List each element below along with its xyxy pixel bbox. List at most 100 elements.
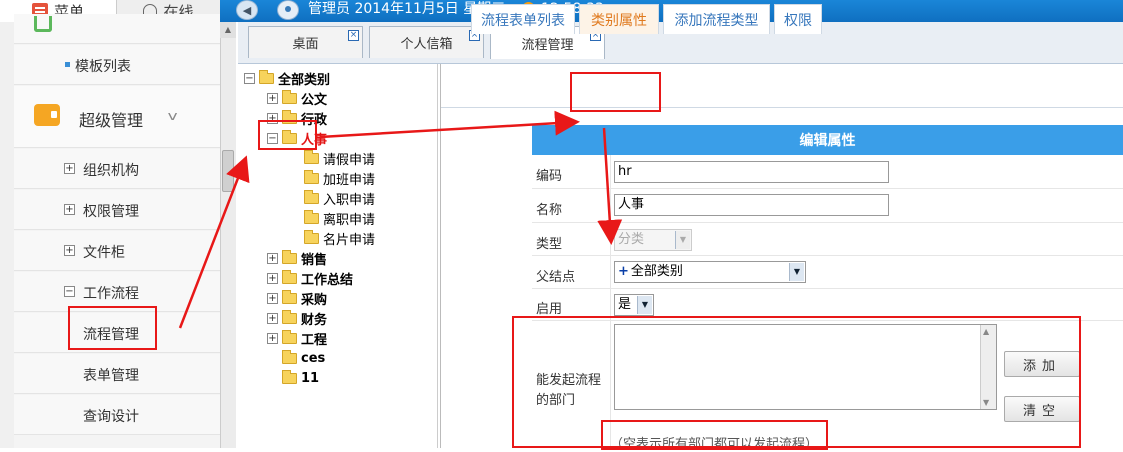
expand-icon[interactable]: + (267, 332, 278, 344)
dropdown-arrow-icon: ▼ (675, 231, 690, 249)
row-separator (610, 155, 611, 188)
tab-label: 流程管理 (521, 37, 574, 53)
workflow-label: 工作流程 (83, 286, 139, 302)
dropdown-arrow-icon: ▼ (789, 263, 804, 281)
annotation-box-renshi (258, 120, 317, 150)
subtab-category-attributes[interactable]: 类别属性 (579, 4, 659, 34)
row-separator (610, 189, 611, 222)
tree-node-11[interactable]: 11 (282, 369, 319, 387)
code-label: 编码 (536, 169, 563, 184)
close-icon[interactable]: × (348, 30, 359, 41)
menu-item-partial[interactable] (14, 14, 220, 44)
tree-node-leave[interactable]: 请假申请 (304, 149, 375, 168)
tree-node-worksummary[interactable]: + 工作总结 (267, 269, 354, 288)
tree-node-card[interactable]: 名片申请 (304, 229, 376, 248)
tree-label: 销售 (301, 252, 328, 268)
folder-icon (282, 289, 297, 304)
expand-icon[interactable]: + (267, 272, 278, 284)
subtab-add-process-type[interactable]: 添加流程类型 (663, 4, 770, 34)
folder-icon (259, 69, 274, 84)
enable-select[interactable]: 是 ▼ (614, 294, 654, 316)
expand-icon: + (64, 163, 75, 174)
edit-attributes-header: 编辑属性 (532, 125, 1123, 155)
collapse-icon[interactable]: − (244, 72, 255, 84)
folder-icon (282, 329, 297, 344)
tree-node-purchase[interactable]: + 采购 (267, 289, 328, 308)
row-separator (610, 223, 611, 255)
type-value: 分类 (618, 232, 645, 247)
type-label: 类型 (536, 237, 563, 252)
tab-inbox[interactable]: 个人信箱 × (369, 26, 484, 58)
tree-label: 工作总结 (301, 272, 354, 288)
tree-label: 入职申请 (323, 192, 376, 208)
folder-icon (282, 269, 297, 284)
super-admin-label: 超级管理 (79, 111, 144, 130)
form-mgmt-label: 表单管理 (83, 368, 139, 384)
expand-icon: + (64, 245, 75, 256)
bullet-icon (65, 62, 70, 67)
menu-item-file-cabinet[interactable]: + 文件柜 (14, 231, 220, 271)
subtab-label: 流程表单列表 (481, 12, 565, 29)
row-separator (610, 256, 611, 288)
annotation-box-hint (601, 420, 828, 450)
subtab-label: 类别属性 (591, 12, 647, 29)
tree-label: 工程 (301, 332, 328, 348)
tree-label: 加班申请 (323, 172, 376, 188)
folder-icon (282, 309, 297, 324)
tree-node-overtime[interactable]: 加班申请 (304, 169, 376, 188)
tab-label: 桌面 (292, 37, 319, 52)
enable-value: 是 (618, 297, 632, 312)
parent-value: 全部类别 (630, 264, 683, 279)
folder-icon (304, 169, 319, 184)
left-scrollbar[interactable] (220, 22, 236, 448)
tree-label: ces (301, 350, 326, 366)
menu-item-super-admin[interactable]: 超级管理 v (14, 86, 220, 148)
menu-item-form-mgmt[interactable]: 表单管理 (14, 354, 220, 394)
expand-icon[interactable]: + (267, 92, 278, 104)
subtab-form-list[interactable]: 流程表单列表 (471, 4, 575, 34)
tree-node-engineering[interactable]: + 工程 (267, 329, 328, 348)
tree-node-sales[interactable]: + 销售 (267, 249, 328, 268)
left-menu-strip (0, 22, 14, 448)
menu-item-permission[interactable]: + 权限管理 (14, 190, 220, 230)
folder-icon (282, 89, 297, 104)
folder-icon (304, 189, 319, 204)
folder-icon (282, 349, 297, 364)
name-input[interactable]: 人事 (614, 194, 889, 216)
org-label: 组织机构 (83, 163, 139, 179)
left-scrollbar-thumb[interactable] (222, 150, 234, 192)
collapse-icon: − (64, 286, 75, 297)
subtab-label: 权限 (784, 12, 812, 29)
tree-label: 采购 (301, 292, 328, 308)
folder-icon (304, 209, 319, 224)
expand-icon[interactable]: + (267, 292, 278, 304)
tab-desktop[interactable]: 桌面 × (248, 26, 363, 58)
tree-label: 名片申请 (323, 232, 376, 248)
tree-node-onboard[interactable]: 入职申请 (304, 189, 376, 208)
enable-label: 启用 (536, 302, 563, 317)
tree-node-finance[interactable]: + 财务 (267, 309, 327, 328)
code-input[interactable]: hr (614, 161, 889, 183)
collapse-sidebar-button[interactable]: ◀ (236, 0, 258, 20)
expand-icon[interactable]: + (267, 252, 278, 264)
tree-node-resign[interactable]: 离职申请 (304, 209, 375, 228)
annotation-box-category-tab (570, 72, 661, 112)
tree-node-gongwen[interactable]: + 公文 (267, 89, 327, 108)
parent-node-select[interactable]: + 全部类别 ▼ (614, 261, 806, 283)
dropdown-arrow-icon: ▼ (637, 296, 652, 314)
tree-node-ces[interactable]: ces (282, 349, 325, 367)
menu-item-query-design[interactable]: 查询设计 (14, 395, 220, 435)
scroll-up-icon[interactable]: ▲ (220, 22, 236, 38)
file-cabinet-label: 文件柜 (83, 245, 125, 261)
folder-icon (304, 149, 319, 164)
wallet-icon (34, 104, 60, 126)
menu-item-org[interactable]: + 组织机构 (14, 149, 220, 189)
expand-icon[interactable]: + (267, 312, 278, 324)
query-design-label: 查询设计 (83, 409, 139, 425)
subtab-label: 添加流程类型 (674, 12, 759, 29)
menu-item-template-list[interactable]: 模板列表 (14, 45, 220, 85)
expand-icon: + (64, 204, 75, 215)
subtab-permissions[interactable]: 权限 (774, 4, 822, 34)
tree-node-root[interactable]: − 全部类别 (244, 69, 331, 88)
tree-label: 全部类别 (278, 72, 331, 88)
